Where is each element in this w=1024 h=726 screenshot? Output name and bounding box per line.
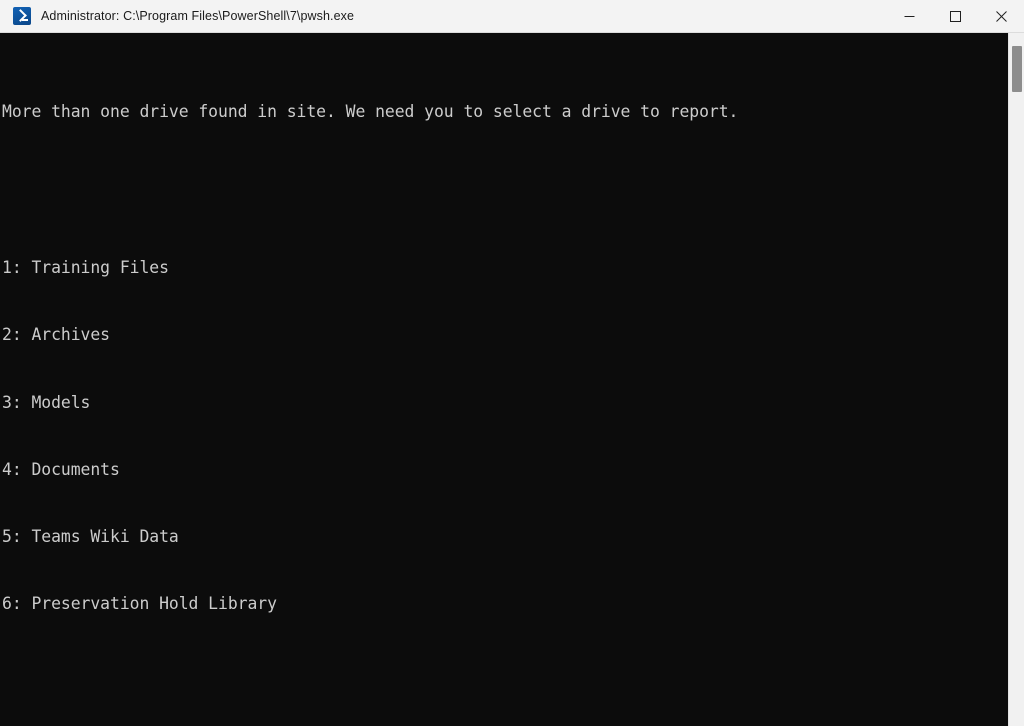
close-button[interactable]	[978, 0, 1024, 33]
title-bar[interactable]: Administrator: C:\Program Files\PowerShe…	[0, 0, 1024, 33]
minimize-icon	[904, 15, 914, 17]
console-screen: More than one drive found in site. We ne…	[0, 33, 1008, 726]
maximize-icon	[949, 10, 961, 22]
drive-option-1: 1: Training Files	[2, 258, 169, 278]
drive-option-4: 4: Documents	[2, 459, 120, 479]
powershell-icon	[13, 7, 31, 25]
window-controls	[886, 0, 1024, 33]
drive-option-3: 3: Models	[2, 392, 91, 412]
maximize-button[interactable]	[932, 0, 978, 33]
window-title: Administrator: C:\Program Files\PowerShe…	[41, 9, 355, 23]
scrollbar-thumb[interactable]	[1012, 46, 1022, 92]
console-line: More than one drive found in site. We ne…	[2, 102, 739, 122]
vertical-scrollbar[interactable]	[1008, 33, 1024, 726]
close-icon	[995, 10, 1007, 22]
drive-option-5: 5: Teams Wiki Data	[2, 526, 179, 546]
terminal-output-area[interactable]: More than one drive found in site. We ne…	[0, 33, 1008, 726]
powershell-window: Administrator: C:\Program Files\PowerShe…	[0, 0, 1024, 726]
minimize-button[interactable]	[886, 0, 932, 33]
drive-option-2: 2: Archives	[2, 325, 110, 345]
drive-option-6: 6: Preservation Hold Library	[2, 593, 277, 613]
